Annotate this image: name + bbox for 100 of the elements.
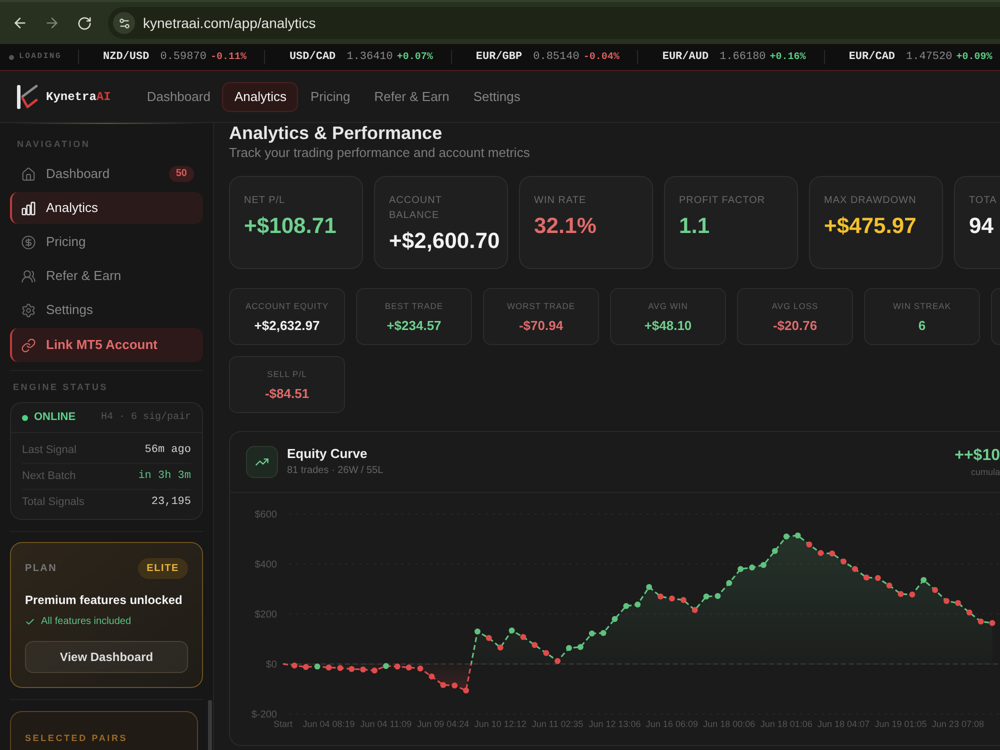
data-point	[978, 618, 984, 624]
data-point	[566, 645, 572, 651]
metric-value: 94	[969, 213, 994, 239]
data-point	[577, 644, 584, 650]
metric-label: MAX DRAWDOWN	[824, 194, 918, 208]
site-settings-icon[interactable]	[113, 12, 135, 34]
metric-value: 32.1%	[534, 213, 596, 239]
data-point	[554, 658, 561, 664]
stat-value: -$70.94	[518, 318, 564, 334]
stat-value: 6	[918, 318, 926, 334]
data-point	[852, 566, 858, 572]
section-title: NAVIGATION	[16, 138, 92, 150]
data-point	[326, 664, 332, 670]
x-axis-label: Jun 04 11:09	[360, 719, 412, 729]
x-axis-label: Jun 10 12:12	[474, 719, 526, 729]
ticker-status: LOADING	[19, 52, 62, 62]
data-point	[623, 603, 630, 609]
data-point	[772, 548, 778, 554]
stat-label: AVG WIN	[648, 301, 688, 311]
sidebar-item[interactable]: Pricing	[10, 226, 203, 258]
link-icon	[21, 338, 36, 352]
price-change: +0.16%	[770, 50, 806, 64]
data-point	[954, 600, 961, 606]
currency-pair: NZD/USD	[103, 50, 150, 65]
nav-tab[interactable]: Pricing	[298, 82, 362, 112]
data-point	[543, 650, 550, 656]
sidebar-item[interactable]: Settings	[10, 294, 203, 326]
data-point	[588, 630, 595, 636]
x-axis-label: Jun 12 13:06	[588, 719, 641, 729]
sidebar-item[interactable]: Dashboard 50	[10, 158, 203, 190]
price: 0.85140	[533, 50, 580, 65]
x-axis-label: Jun 11 02:35	[532, 719, 584, 729]
stat-label: Next Batch	[22, 469, 76, 484]
total-caption: cumula	[970, 466, 1000, 478]
plan-feature: All features included	[41, 615, 132, 629]
sidebar-item[interactable]: Refer & Earn	[10, 260, 203, 292]
view-dashboard-button[interactable]: View Dashboard	[25, 641, 188, 673]
house-icon	[21, 166, 36, 182]
x-axis-label: Jun 09 04:24	[417, 719, 470, 729]
data-point	[944, 598, 950, 604]
sidebar-item[interactable]: Analytics	[10, 192, 203, 224]
data-point	[886, 582, 892, 588]
metric-label: ACCOUNT BALANCE	[389, 194, 443, 223]
data-point	[372, 668, 378, 674]
stat-value: 56m ago	[144, 442, 191, 458]
metric-value: +$2,600.70	[389, 228, 500, 254]
page-title: Analytics & Performance	[229, 124, 444, 142]
data-point	[738, 566, 744, 572]
y-axis-label: $-200	[251, 710, 277, 720]
metric-label: NET P/L	[244, 194, 286, 208]
price-change: -0.11%	[210, 50, 246, 64]
stat-label: WIN STREAK	[893, 301, 951, 311]
stat-value: +$48.10	[644, 318, 692, 334]
stat-value: in 3h 3m	[138, 469, 191, 484]
data-point	[749, 564, 756, 570]
data-point	[726, 580, 732, 586]
total-value: ++$10	[954, 446, 1000, 466]
data-point	[612, 616, 618, 622]
stat-label: Last Signal	[22, 442, 76, 458]
price: 0.59870	[160, 50, 206, 65]
metric-value: +$108.71	[244, 213, 336, 239]
page-subtitle: Track your trading performance and account metrics	[229, 145, 531, 161]
url-field[interactable]: kynetraai.com/app/analytics	[108, 7, 1000, 39]
link-account-button[interactable]: Link MT5 Account	[10, 328, 203, 362]
x-axis-label: Jun 19 01:05	[874, 719, 927, 729]
nav-tab[interactable]: Settings	[461, 82, 532, 112]
data-point	[898, 591, 904, 597]
brand-name: Kynetra	[46, 88, 96, 106]
data-point	[440, 682, 446, 688]
price-change: +0.09%	[956, 50, 992, 64]
engine-status: ONLINE	[34, 410, 76, 426]
stat-value: +$2,632.97	[254, 318, 320, 334]
data-point	[394, 664, 400, 670]
trend-icon	[246, 446, 278, 478]
data-point	[909, 592, 916, 598]
data-point	[646, 584, 652, 590]
nav-tab[interactable]: Dashboard	[134, 82, 222, 112]
price: 1.66180	[720, 50, 766, 65]
data-point	[382, 663, 389, 669]
stat-label: AVG LOSS	[772, 301, 818, 311]
price: 1.36410	[346, 50, 393, 65]
section-title: SELECTED PAIRS	[25, 733, 128, 743]
nav-tab[interactable]: Analytics	[222, 82, 298, 112]
x-axis-label: Jun 04 08:19	[302, 719, 355, 729]
data-point	[668, 596, 675, 602]
section-title: ENGINE STATUS	[12, 381, 110, 393]
check-icon	[25, 617, 35, 627]
stat-label: SELL P/L	[267, 369, 307, 379]
data-point	[818, 550, 824, 556]
data-point	[806, 542, 812, 548]
data-point	[428, 674, 435, 680]
nav-tab[interactable]: Refer & Earn	[362, 82, 462, 112]
x-axis-label: Start	[274, 719, 292, 729]
currency-pair: USD/CAD	[289, 50, 336, 65]
data-point	[658, 594, 664, 600]
data-point	[703, 594, 710, 600]
price-change: -0.04%	[583, 50, 620, 64]
data-point	[920, 577, 927, 583]
x-axis-label: Jun 23 07:08	[932, 719, 984, 729]
reload-icon	[76, 16, 92, 30]
